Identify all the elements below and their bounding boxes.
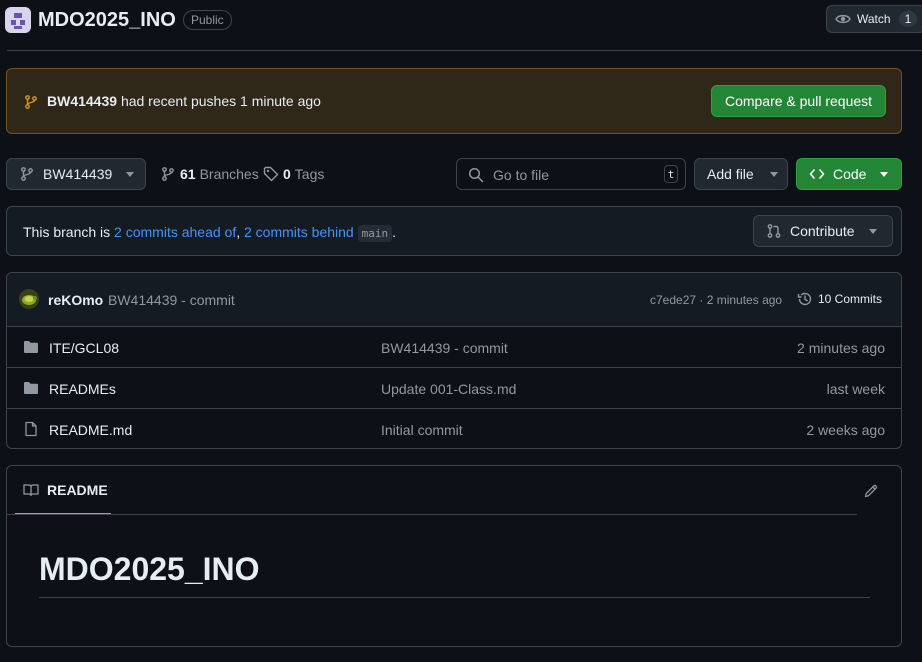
- recent-push-banner: BW414439 had recent pushes 1 minute ago …: [6, 68, 902, 134]
- file-row[interactable]: ITE/GCL08 BW414439 - commit 2 minutes ag…: [7, 326, 901, 367]
- file-name[interactable]: README.md: [49, 422, 132, 438]
- file-commit-time: last week: [826, 381, 885, 397]
- code-button[interactable]: Code: [796, 158, 902, 190]
- commits-ahead-link[interactable]: 2 commits ahead of: [114, 224, 236, 240]
- watch-count: 1: [898, 11, 918, 27]
- banner-branch[interactable]: BW414439: [47, 93, 117, 109]
- compare-label: Compare & pull request: [724, 93, 873, 109]
- compare-pull-request-button[interactable]: Compare & pull request: [711, 85, 886, 117]
- file-name[interactable]: READMEs: [49, 381, 116, 397]
- go-to-file-search[interactable]: Go to file t: [456, 158, 686, 190]
- pencil-icon[interactable]: [863, 483, 879, 499]
- add-file-label: Add file: [707, 166, 754, 182]
- base-branch[interactable]: main: [357, 225, 393, 242]
- chevron-down-icon: [126, 171, 135, 177]
- branch-icon: [25, 95, 37, 109]
- search-icon: [468, 167, 484, 183]
- commits-count: 10 Commits: [818, 292, 883, 306]
- file-commit-message[interactable]: BW414439 - commit: [381, 340, 508, 356]
- file-commit-time: 2 weeks ago: [806, 422, 885, 438]
- visibility-badge: Public: [183, 10, 232, 30]
- tags-label: Tags: [294, 166, 325, 182]
- readme-heading: MDO2025_INO: [39, 551, 260, 587]
- branch-status-box: This branch is 2 commits ahead of, 2 com…: [6, 206, 902, 256]
- tags-link[interactable]: 0 Tags: [263, 166, 324, 182]
- branches-count: 61: [180, 166, 196, 182]
- file-commit-message[interactable]: Update 001-Class.md: [381, 381, 516, 397]
- add-file-button[interactable]: Add file: [694, 158, 788, 190]
- tags-count: 0: [283, 166, 291, 182]
- folder-icon: [24, 341, 38, 353]
- readme-tab-divider: [7, 514, 857, 515]
- turtle-avatar-icon: [22, 295, 37, 305]
- latest-commit-bar: reKOmo BW414439 - commit c7ede27 · 2 min…: [7, 273, 901, 326]
- code-icon: [809, 169, 825, 179]
- branches-label: Branches: [199, 166, 259, 182]
- repo-avatar[interactable]: [5, 7, 31, 33]
- eye-icon: [835, 14, 851, 24]
- file-list: reKOmo BW414439 - commit c7ede27 · 2 min…: [6, 272, 902, 449]
- file-name[interactable]: ITE/GCL08: [49, 340, 119, 356]
- readme-tab[interactable]: README: [15, 466, 111, 515]
- file-row[interactable]: README.md Initial commit 2 weeks ago: [7, 408, 901, 448]
- readme-heading-divider: [39, 597, 870, 598]
- book-icon: [23, 483, 39, 496]
- file-commit-message[interactable]: Initial commit: [381, 422, 463, 438]
- chevron-down-icon: [880, 171, 889, 177]
- repo-name[interactable]: MDO2025_INO: [38, 9, 176, 32]
- folder-icon: [24, 382, 38, 394]
- contribute-button[interactable]: Contribute: [753, 215, 893, 247]
- file-icon: [25, 421, 37, 437]
- pull-request-icon: [767, 224, 781, 238]
- commit-message[interactable]: BW414439 - commit: [108, 292, 235, 308]
- code-label: Code: [833, 166, 867, 182]
- file-commit-time: 2 minutes ago: [797, 340, 885, 356]
- identicon-icon: [11, 13, 25, 29]
- readme-panel: README MDO2025_INO: [6, 465, 902, 647]
- file-row[interactable]: READMEs Update 001-Class.md last week: [7, 367, 901, 408]
- tag-icon: [263, 166, 279, 182]
- chevron-down-icon: [868, 228, 877, 234]
- commit-author[interactable]: reKOmo: [48, 292, 103, 308]
- readme-tab-label: README: [47, 481, 108, 498]
- status-separator: ,: [236, 224, 241, 240]
- branch-icon: [21, 167, 33, 181]
- branch-icon: [162, 167, 174, 181]
- contribute-label: Contribute: [790, 223, 855, 239]
- status-suffix: .: [392, 224, 396, 240]
- watch-button[interactable]: Watch 1: [826, 5, 922, 33]
- author-avatar[interactable]: [19, 289, 39, 309]
- commits-behind-link[interactable]: 2 commits behind: [244, 224, 354, 240]
- branch-name: BW414439: [43, 166, 113, 182]
- header-divider: [7, 50, 922, 51]
- banner-message: had recent pushes 1 minute ago: [120, 93, 321, 109]
- watch-label: Watch: [857, 12, 891, 26]
- commit-hash-time[interactable]: c7ede27 · 2 minutes ago: [650, 293, 782, 307]
- commits-history-link[interactable]: 10 Commits: [797, 291, 882, 307]
- branch-selector[interactable]: BW414439: [6, 158, 146, 190]
- search-placeholder: Go to file: [493, 167, 550, 183]
- chevron-down-icon: [769, 171, 778, 177]
- search-shortcut-key: t: [664, 165, 678, 183]
- status-prefix: This branch is: [23, 224, 111, 240]
- branches-link[interactable]: 61 Branches: [160, 166, 259, 182]
- history-icon: [797, 292, 812, 306]
